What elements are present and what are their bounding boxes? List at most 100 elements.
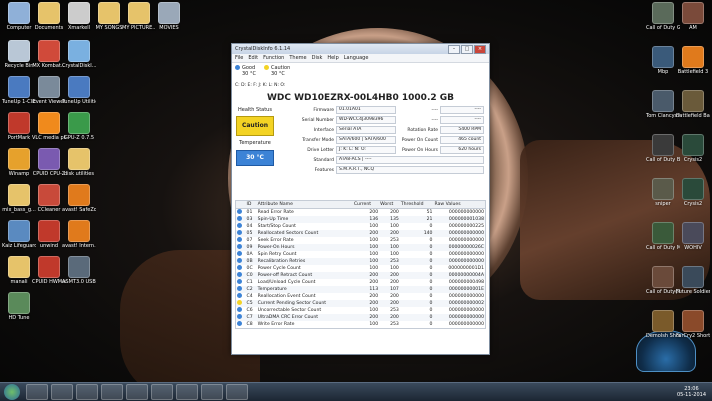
column-header[interactable]: Attribute Name <box>256 201 353 209</box>
taskbar-app-button[interactable] <box>26 384 48 400</box>
taskbar-app-button[interactable] <box>176 384 198 400</box>
desktop-icon[interactable]: manali <box>2 256 36 285</box>
desktop-icon[interactable]: Event Viewer <box>32 76 66 105</box>
disk-status-caution[interactable]: Caution 30 °C <box>263 65 290 81</box>
column-header[interactable]: Current <box>352 201 380 209</box>
menu-item-file[interactable]: File <box>235 55 243 61</box>
taskbar-app-button[interactable] <box>76 384 98 400</box>
table-row[interactable]: 01 Read Error Rate 200 200 51 000000000000 <box>236 209 485 217</box>
desktop-icon[interactable]: PortMark <box>2 112 36 141</box>
desktop-icon[interactable]: Crysis2 <box>676 134 710 163</box>
desktop-icon[interactable]: Call of Duty Ghosts <box>646 2 680 31</box>
desktop-icon[interactable]: avast! SafeZone <box>62 184 96 213</box>
desktop-icon[interactable]: Call of Duty Modern W... <box>646 222 680 251</box>
column-header[interactable] <box>236 201 246 209</box>
table-row[interactable]: 03 Spin-Up Time 136 135 21 000000001038 <box>236 216 485 223</box>
desktop-icon[interactable]: FarCry2 Shortcut <box>676 310 710 339</box>
desktop-icon[interactable]: WOHIV <box>676 222 710 251</box>
taskbar-app-button[interactable] <box>151 384 173 400</box>
desktop-icon[interactable]: Computer <box>2 2 36 31</box>
desktop-icon-label: Recycle Bin <box>4 63 34 69</box>
taskbar-app-button[interactable] <box>126 384 148 400</box>
table-row[interactable]: C0 Power-off Retract Count 200 200 0 00000000… <box>236 272 485 279</box>
desktop-icon[interactable]: Crysis2 <box>676 178 710 207</box>
desktop-icon[interactable]: Call of Duty Black Ops <box>646 134 680 163</box>
table-row[interactable]: 0B Recalibration Retries 100 253 0 0000000000… <box>236 258 485 265</box>
desktop-icon[interactable]: Call of Duty(R) 2 Sin... <box>646 266 680 295</box>
desktop-icon[interactable]: VLC media player <box>32 112 66 141</box>
table-row[interactable]: C4 Reallocation Event Count 200 200 0 0000000… <box>236 293 485 300</box>
desktop-icon[interactable]: Battlefield 3 <box>676 46 710 75</box>
desktop-icon[interactable]: CPUID HWMonitor <box>32 256 66 285</box>
desktop-icon[interactable]: TuneUp 1-Click Mai... <box>2 76 36 105</box>
desktop-icon[interactable]: Winamp <box>2 148 36 177</box>
table-row[interactable]: 0C Power Cycle Count 100 100 0 0000000001D1 <box>236 265 485 272</box>
desktop-icon[interactable]: MY SONGS <box>92 2 126 31</box>
desktop-icon-label: Event Viewer <box>32 99 66 105</box>
taskbar-app-button[interactable] <box>101 384 123 400</box>
desktop-icon[interactable]: Tom Clancys Ghost Reco... <box>646 90 680 119</box>
column-header[interactable]: Raw Values <box>433 201 485 209</box>
taskbar-clock[interactable]: 23:06 05-11-2014 <box>677 386 706 398</box>
desktop-icon[interactable]: Battlefield Bad Com... <box>676 90 710 119</box>
table-row[interactable]: 09 Power-On Hours 100 100 0 00000000026C <box>236 244 485 251</box>
desktop-icon[interactable]: mix_bass_g... <box>2 184 36 213</box>
desktop-icon[interactable]: AM <box>676 2 710 31</box>
desktop-icon[interactable]: ASMT3.0 USB Manager <box>62 256 96 285</box>
desktop-icon[interactable]: Recycle Bin <box>2 40 36 69</box>
desktop-icon[interactable]: CrystalDiskI... <box>62 40 96 69</box>
menu-item-help[interactable]: Help <box>327 55 338 61</box>
menu-item-function[interactable]: Function <box>263 55 284 61</box>
table-row[interactable]: 04 Start/Stop Count 100 100 0 000000000225 <box>236 223 485 230</box>
desktop-icon[interactable]: CCleaner <box>32 184 66 213</box>
disk-status-good[interactable]: Good 30 °C <box>235 65 256 81</box>
desktop-icon[interactable]: HD Tune <box>2 292 36 321</box>
table-row[interactable]: C8 Write Error Rate 100 253 0 000000000000 <box>236 321 485 328</box>
table-row[interactable]: C2 Temperature 113 107 0 00000000001E <box>236 286 485 293</box>
health-status-badge[interactable]: Caution <box>236 116 274 136</box>
table-row[interactable]: 0A Spin Retry Count 100 100 0 000000000000 <box>236 251 485 258</box>
temperature-badge[interactable]: 30 °C <box>236 150 274 166</box>
desktop-icon[interactable]: Demolsh Shortcut <box>646 310 680 339</box>
taskbar-app-button[interactable] <box>201 384 223 400</box>
desktop-icon[interactable]: Kaiz Lifeguard ... <box>2 220 36 249</box>
start-button[interactable] <box>4 384 20 400</box>
desktop-icon[interactable]: sniper <box>646 178 680 207</box>
desktop-icon[interactable]: CPUID CPU-Z <box>32 148 66 177</box>
menu-item-disk[interactable]: Disk <box>312 55 323 61</box>
desktop-icon[interactable]: MOVIES <box>152 2 186 31</box>
desktop-icon[interactable]: MX Kombat... <box>32 40 66 69</box>
desktop-icon[interactable]: Mbp <box>646 46 680 75</box>
table-row[interactable]: C6 Uncorrectable Sector Count 100 253 0 00000… <box>236 307 485 314</box>
desktop-icon[interactable]: GPU-Z 0.7.5 <box>62 112 96 141</box>
menu-item-edit[interactable]: Edit <box>248 55 258 61</box>
desktop-icon[interactable]: Future Soldier <box>676 266 710 295</box>
desktop-icon[interactable]: Documents <box>32 2 66 31</box>
table-row[interactable]: 07 Seek Error Rate 100 253 0 000000000000 <box>236 237 485 244</box>
worst-value: 200 <box>390 210 399 215</box>
desktop-icon[interactable]: TuneUp Utilities 2014 <box>62 76 96 105</box>
table-row[interactable]: C1 Load/Unload Cycle Count 200 200 0 00000000… <box>236 279 485 286</box>
menu-item-language[interactable]: Language <box>344 55 369 61</box>
maximize-button[interactable]: □ <box>461 44 473 54</box>
menu-item-theme[interactable]: Theme <box>289 55 306 61</box>
current-value: 100 <box>369 322 379 327</box>
desktop-icon[interactable]: avast! Intern... <box>62 220 96 249</box>
column-header[interactable]: Threshold <box>399 201 434 209</box>
desktop-icon[interactable]: unwind <box>32 220 66 249</box>
table-row[interactable]: C5 Current Pending Sector Count 200 200 0 000… <box>236 300 485 307</box>
taskbar-app-button[interactable] <box>226 384 248 400</box>
crystaldiskinfo-window[interactable]: CrystalDiskInfo 6.1.14 – □ × File Edit Fun… <box>231 43 490 355</box>
minimize-button[interactable]: – <box>448 44 460 54</box>
window-titlebar[interactable]: CrystalDiskInfo 6.1.14 – □ × <box>232 44 489 54</box>
taskbar-app-button[interactable] <box>51 384 73 400</box>
column-header[interactable]: ID <box>245 201 257 209</box>
desktop-icon[interactable]: MY PICTURE... <box>122 2 156 31</box>
smart-attributes-table[interactable]: ID Attribute Name Current Worst Threshold Raw… <box>235 200 486 329</box>
table-row[interactable]: C7 UltraDMA CRC Error Count 200 200 0 0000000… <box>236 314 485 321</box>
table-row[interactable]: 05 Reallocated Sectors Count 200 200 140 0000… <box>236 230 485 237</box>
desktop-icon[interactable]: disk utilities <box>62 148 96 177</box>
column-header[interactable]: Worst <box>379 201 400 209</box>
desktop-icon[interactable]: Xmarkell <box>62 2 96 31</box>
close-button[interactable]: × <box>474 44 486 54</box>
